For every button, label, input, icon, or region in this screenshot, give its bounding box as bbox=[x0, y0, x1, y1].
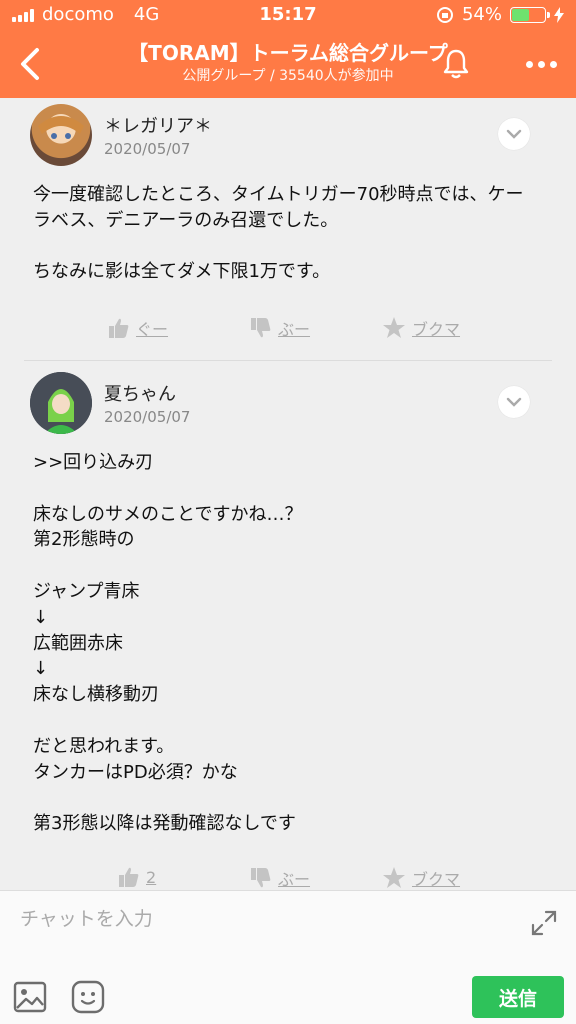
post-body: 今一度確認したところ、タイムトリガー70秒時点では、ケーラベス、デニアーラのみ召… bbox=[33, 184, 524, 283]
like-button[interactable]: ぐー bbox=[108, 316, 168, 340]
image-icon bbox=[13, 981, 47, 1013]
back-arrow-icon bbox=[21, 48, 39, 80]
avatar-image bbox=[30, 372, 92, 434]
dislike-label: ぶー bbox=[278, 870, 311, 889]
message-item: 夏ちゃん 2020/05/07 >>回り込み刃 床なしのサメのことですかね…？ … bbox=[24, 366, 552, 890]
bookmark-button[interactable]: ブクマ bbox=[382, 866, 460, 890]
post-divider bbox=[24, 360, 552, 361]
bookmark-label: ブクマ bbox=[412, 320, 461, 339]
battery-icon bbox=[510, 6, 550, 23]
more-dot-icon bbox=[549, 60, 557, 68]
chevron-down-icon bbox=[506, 397, 522, 407]
group-header: 【TORAM】トーラム総合グループ 公開グループ / 35540人が参加中 bbox=[0, 30, 576, 98]
dislike-button[interactable]: ぶー bbox=[250, 866, 310, 890]
send-button[interactable]: 送信 bbox=[472, 976, 564, 1018]
post-date: 2020/05/07 bbox=[104, 408, 191, 426]
bookmark-label: ブクマ bbox=[412, 870, 461, 889]
chevron-down-icon bbox=[506, 129, 522, 139]
charging-icon bbox=[554, 6, 564, 23]
avatar-image bbox=[38, 116, 84, 139]
more-options-button[interactable] bbox=[516, 44, 566, 84]
avatar[interactable] bbox=[30, 104, 92, 166]
battery-percent: 54% bbox=[461, 4, 502, 25]
status-bar: docomo 4G 15:17 54% bbox=[0, 0, 576, 30]
back-button[interactable] bbox=[10, 44, 50, 84]
star-icon bbox=[383, 867, 405, 888]
thumbs-up-icon bbox=[119, 867, 139, 887]
author-name[interactable]: ＊レガリア＊ bbox=[104, 112, 212, 138]
chat-input-bar: 送信 bbox=[0, 890, 576, 1024]
post-date: 2020/05/07 bbox=[104, 140, 191, 158]
status-right: 54% bbox=[436, 4, 564, 25]
post-actions: 2 ぶー ブクマ bbox=[24, 866, 552, 890]
star-icon bbox=[383, 317, 405, 338]
bell-icon bbox=[443, 49, 469, 79]
attach-image-button[interactable] bbox=[12, 979, 48, 1015]
post-actions: ぐー ぶー ブクマ bbox=[24, 316, 552, 342]
thumbs-up-icon bbox=[109, 318, 129, 338]
post-body: >>回り込み刃 床なしのサメのことですかね…？ 第2形態時の ジャンプ青床 ↓ … bbox=[33, 452, 303, 835]
emoji-icon bbox=[71, 980, 105, 1014]
expand-input-button[interactable] bbox=[530, 909, 558, 937]
post-menu-button[interactable] bbox=[498, 118, 530, 150]
sticker-button[interactable] bbox=[70, 979, 106, 1015]
like-count: 2 bbox=[146, 867, 157, 887]
thumbs-down-icon bbox=[251, 868, 271, 888]
message-item: ＊レガリア＊ 2020/05/07 今一度確認したところ、タイムトリガー70秒時… bbox=[24, 98, 552, 360]
post-menu-button[interactable] bbox=[498, 386, 530, 418]
notification-button[interactable] bbox=[436, 44, 476, 84]
dislike-button[interactable]: ぶー bbox=[250, 316, 310, 340]
more-dot-icon bbox=[537, 60, 545, 68]
expand-icon bbox=[531, 910, 557, 936]
like-label: ぐー bbox=[136, 320, 169, 339]
bookmark-button[interactable]: ブクマ bbox=[382, 316, 460, 340]
message-feed[interactable]: ＊レガリア＊ 2020/05/07 今一度確認したところ、タイムトリガー70秒時… bbox=[0, 98, 576, 890]
thumbs-down-icon bbox=[251, 318, 271, 338]
author-name[interactable]: 夏ちゃん bbox=[104, 380, 176, 406]
chat-input[interactable] bbox=[20, 903, 500, 935]
like-button[interactable]: 2 bbox=[118, 866, 156, 888]
more-dot-icon bbox=[525, 60, 533, 68]
dislike-label: ぶー bbox=[278, 320, 311, 339]
avatar[interactable] bbox=[30, 372, 92, 434]
orientation-lock-icon bbox=[436, 6, 453, 23]
